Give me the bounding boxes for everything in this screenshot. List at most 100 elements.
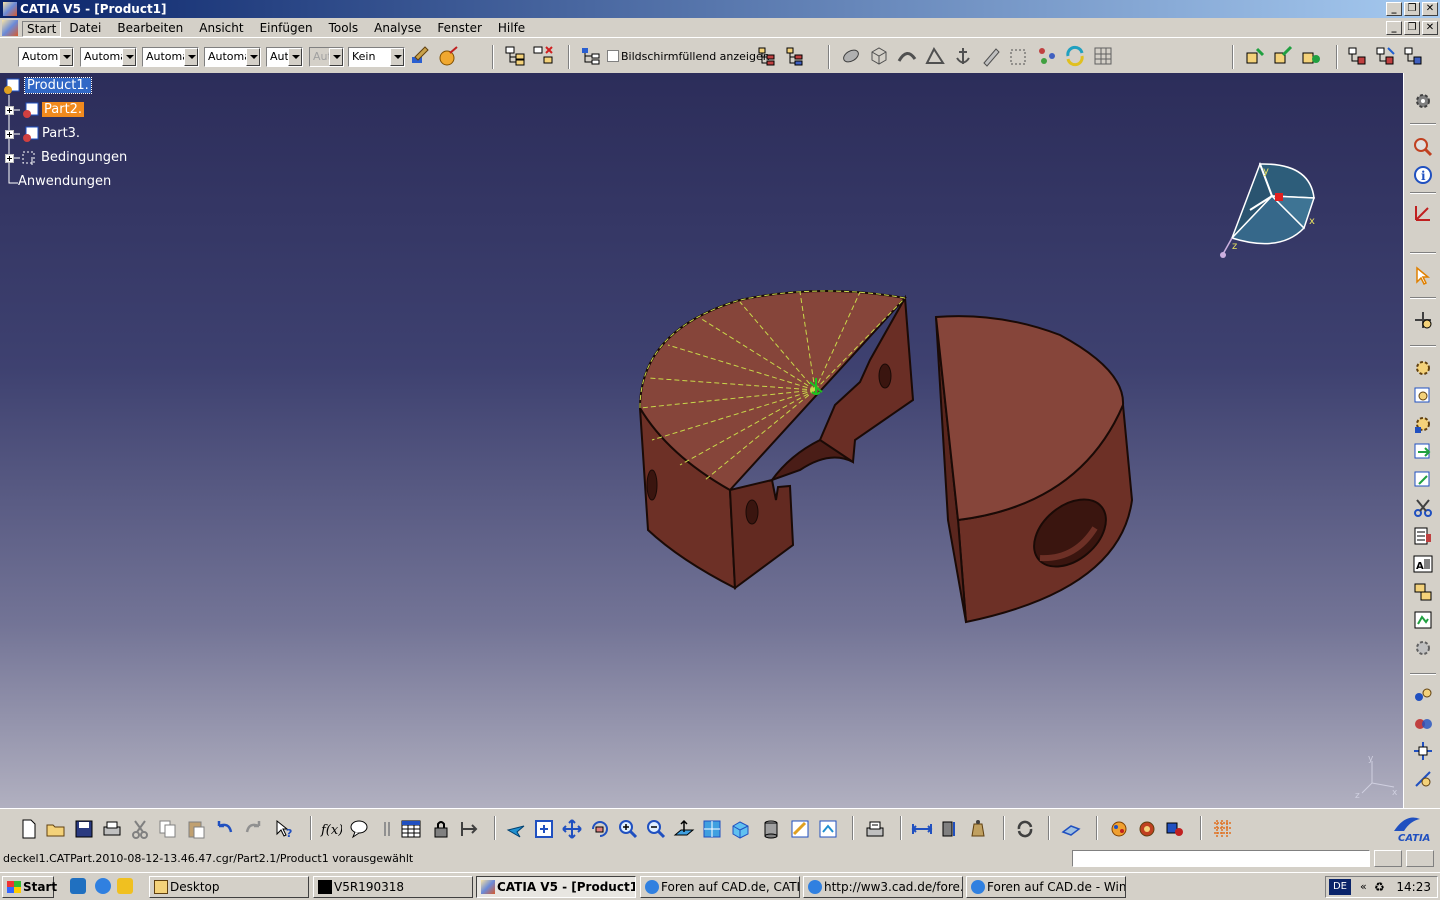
menu-hilfe[interactable]: Hilfe <box>490 21 533 37</box>
whats-this-icon[interactable]: ? <box>273 818 295 840</box>
angle-analysis-icon[interactable] <box>924 45 946 67</box>
tree-node-part2[interactable]: Part2. <box>42 102 85 117</box>
product-structure-icon[interactable] <box>504 45 526 67</box>
clash-icon[interactable] <box>1412 712 1434 734</box>
normal-view-icon[interactable] <box>673 818 695 840</box>
printer-setup-icon[interactable] <box>864 818 886 840</box>
menu-fenster[interactable]: Fenster <box>429 21 490 37</box>
open-folder-icon[interactable] <box>45 818 67 840</box>
render-scene-icon[interactable] <box>1108 818 1130 840</box>
search-icon[interactable] <box>1412 136 1434 158</box>
tree-node-applications[interactable]: Anwendungen <box>18 174 111 189</box>
multi-view-icon[interactable] <box>701 818 723 840</box>
tree-node-constraints[interactable]: Bedingungen <box>41 150 127 165</box>
command-options-button[interactable] <box>1374 850 1402 867</box>
undo-icon[interactable] <box>213 818 235 840</box>
tree-node-product1[interactable]: Product1. <box>24 77 92 94</box>
gear-icon[interactable] <box>1412 90 1434 112</box>
reuse-pattern-icon[interactable] <box>1412 413 1434 435</box>
zoom-in-icon[interactable] <box>617 818 639 840</box>
transparency-combo[interactable]: Automa <box>80 47 137 67</box>
select-arrow-icon[interactable] <box>1412 265 1434 287</box>
copy-icon[interactable] <box>157 818 179 840</box>
command-stop-button[interactable] <box>1406 850 1434 867</box>
menu-einfuegen[interactable]: Einfügen <box>252 21 321 37</box>
draft-analysis-icon[interactable] <box>840 45 862 67</box>
hyperlink-icon[interactable] <box>376 818 398 840</box>
layer-combo[interactable]: Kein <box>348 47 405 67</box>
doc-close-button[interactable]: ✕ <box>1422 21 1438 35</box>
explode-icon[interactable] <box>1412 684 1434 706</box>
maximize-button[interactable]: ❐ <box>1404 2 1420 16</box>
zoom-out-icon[interactable] <box>645 818 667 840</box>
iso-view-icon[interactable] <box>729 818 751 840</box>
formula-icon[interactable]: f(x) <box>320 818 342 840</box>
catia-app-icon[interactable] <box>2 1 18 17</box>
contact-constraint-icon[interactable] <box>1402 45 1424 67</box>
lock-icon[interactable] <box>430 818 452 840</box>
save-icon[interactable] <box>73 818 95 840</box>
painter-icon[interactable] <box>409 45 431 67</box>
insert-product-icon[interactable] <box>1244 45 1266 67</box>
task-browser-1[interactable]: Foren auf CAD.de, CATI... <box>640 876 800 898</box>
menu-start[interactable]: Start <box>22 21 62 37</box>
start-button[interactable]: Start <box>2 876 57 898</box>
tray-expand-icon[interactable]: « <box>1360 880 1367 893</box>
part3-body[interactable] <box>934 315 1134 624</box>
tree-view-icon[interactable] <box>580 45 602 67</box>
print-icon[interactable] <box>101 818 123 840</box>
tree-node-part3[interactable]: Part3. <box>42 126 80 141</box>
axis-system-icon[interactable] <box>1412 202 1434 224</box>
table-icon[interactable] <box>400 818 422 840</box>
language-indicator[interactable]: DE <box>1329 879 1351 895</box>
3d-viewport[interactable]: Product1. Part2. Part3. Bedingungen Anwe… <box>0 73 1403 808</box>
expand-constraints-icon[interactable] <box>5 154 14 163</box>
measure-box-icon[interactable] <box>1008 45 1030 67</box>
cut-icon[interactable] <box>129 818 151 840</box>
shading-icon[interactable] <box>760 818 782 840</box>
line-thickness-combo[interactable]: Automa <box>142 47 199 67</box>
move-icon[interactable] <box>1412 740 1434 762</box>
quicklaunch-desktop-icon[interactable] <box>117 878 133 894</box>
task-desktop[interactable]: Desktop <box>149 876 309 898</box>
network-icon[interactable]: ♻ <box>1374 880 1385 894</box>
gear-more-icon[interactable] <box>1412 637 1434 659</box>
fit-all-icon[interactable] <box>533 818 555 840</box>
annotation-icon[interactable]: A <box>1412 553 1434 575</box>
task-v5r190318[interactable]: V5R190318 <box>313 876 473 898</box>
part-icon[interactable] <box>22 101 40 119</box>
close-button[interactable]: ✕ <box>1422 2 1438 16</box>
menu-bearbeiten[interactable]: Bearbeiten <box>109 21 191 37</box>
plane-icon[interactable] <box>1060 818 1082 840</box>
knowledge-icon[interactable] <box>458 818 480 840</box>
task-browser-2[interactable]: http://ww3.cad.de/fore... <box>803 876 963 898</box>
info-icon[interactable]: i <box>1412 164 1434 186</box>
comment-icon[interactable] <box>348 818 370 840</box>
insert-part-icon[interactable] <box>1272 45 1294 67</box>
expand-part2-icon[interactable] <box>5 106 14 115</box>
command-input[interactable] <box>1072 850 1370 867</box>
curvature-analysis-icon[interactable] <box>896 45 918 67</box>
measure-between-icon[interactable] <box>911 818 933 840</box>
scene-icon[interactable] <box>1412 609 1434 631</box>
anchor-icon[interactable] <box>952 45 974 67</box>
swap-space-icon[interactable] <box>817 818 839 840</box>
redo-icon[interactable] <box>243 818 265 840</box>
document-icon[interactable] <box>2 20 18 36</box>
expand-part3-icon[interactable] <box>5 130 14 139</box>
compass[interactable]: y x z <box>1210 158 1325 268</box>
minimize-button[interactable]: _ <box>1386 2 1402 16</box>
constraints-icon[interactable] <box>20 149 38 167</box>
apply-material-icon[interactable] <box>438 45 460 67</box>
pan-icon[interactable] <box>561 818 583 840</box>
cube-wireframe-icon[interactable] <box>868 45 890 67</box>
doc-restore-button[interactable]: ❐ <box>1404 21 1420 35</box>
task-browser-3[interactable]: Foren auf CAD.de - Win... <box>966 876 1126 898</box>
scissors-icon[interactable] <box>1412 497 1434 519</box>
multi-analysis-icon[interactable] <box>1036 45 1058 67</box>
reorder-components-icon[interactable] <box>532 45 554 67</box>
rotate-icon[interactable] <box>589 818 611 840</box>
fix-component-icon[interactable] <box>1374 45 1396 67</box>
collapse-tree-icon[interactable] <box>784 45 806 67</box>
fullscreen-checkbox[interactable] <box>607 50 619 62</box>
